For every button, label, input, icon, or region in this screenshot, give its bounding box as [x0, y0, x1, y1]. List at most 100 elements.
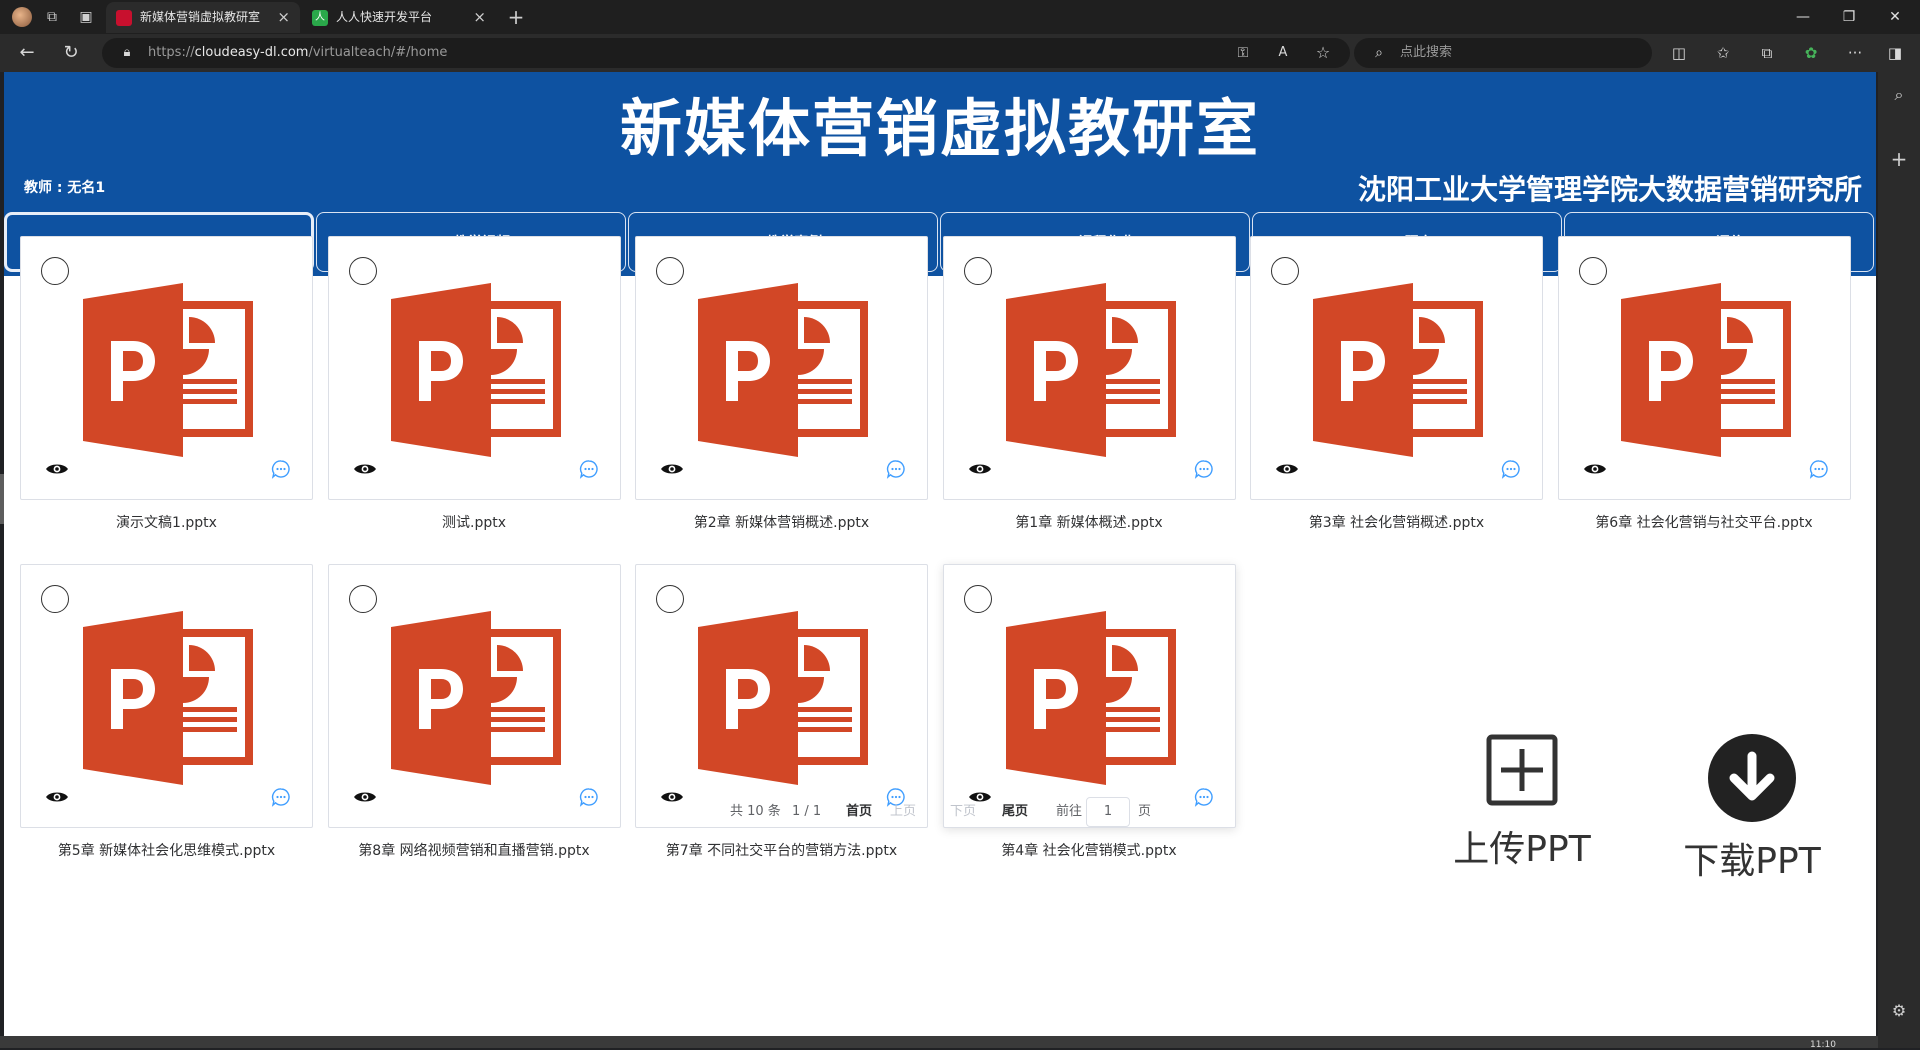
pagination: 共 10 条 1 / 1 首页 上页 下页 尾页 前往 1 页 [4, 792, 1876, 832]
url-text[interactable]: https://cloudeasy-dl.com/virtualteach/#/… [148, 38, 447, 68]
file-name[interactable]: 第4章 社会化营销模式.pptx [943, 840, 1236, 860]
next-page-button[interactable]: 下页 [950, 792, 976, 832]
ppt-card[interactable] [20, 236, 313, 500]
file-name[interactable]: 第3章 社会化营销概述.pptx [1250, 512, 1543, 532]
comment-icon[interactable] [1809, 459, 1829, 479]
favorites-icon[interactable]: ✩ [1712, 42, 1734, 64]
close-tab-icon[interactable]: × [277, 2, 290, 33]
preview-eye-icon[interactable] [1275, 461, 1299, 475]
preview-eye-icon[interactable] [1583, 461, 1607, 475]
site-favicon-icon [116, 10, 132, 26]
select-radio[interactable] [963, 585, 992, 613]
comment-icon[interactable] [1501, 459, 1521, 479]
browser-tab-bar: ⧉ ▣ 新媒体营销虚拟教研室 × 人 人人快速开发平台 × + — ❐ ✕ [0, 0, 1920, 34]
select-radio[interactable] [1271, 257, 1299, 285]
first-page-button[interactable]: 首页 [846, 792, 872, 832]
file-name[interactable]: 第2章 新媒体营销概述.pptx [635, 512, 928, 532]
goto-page-input[interactable]: 1 [1086, 797, 1130, 827]
file-name[interactable]: 测试.pptx [328, 512, 621, 532]
ppt-card[interactable] [942, 564, 1236, 828]
preview-eye-icon[interactable] [660, 461, 684, 475]
settings-gear-icon[interactable]: ⚙ [1888, 1000, 1910, 1022]
select-radio[interactable] [963, 257, 992, 285]
more-menu-icon[interactable]: ··· [1844, 42, 1866, 64]
tab-renren[interactable]: 人 人人快速开发平台 × [302, 2, 496, 33]
goto-suffix: 页 [1138, 804, 1152, 819]
total-count: 共 10 条 [730, 804, 781, 819]
search-placeholder: 点此搜索 [1400, 45, 1453, 60]
tab-virtual-teach[interactable]: 新媒体营销虚拟教研室 × [106, 2, 300, 33]
close-tab-icon[interactable]: × [473, 2, 486, 33]
new-tab-icon[interactable]: + [506, 7, 526, 27]
powerpoint-icon [698, 283, 870, 457]
ppt-card[interactable] [1250, 236, 1543, 500]
comment-icon[interactable] [1194, 459, 1214, 479]
sidebar-add-icon[interactable]: + [1888, 148, 1910, 170]
back-icon[interactable]: ← [16, 42, 38, 64]
comment-icon[interactable] [579, 459, 599, 479]
powerpoint-icon [1620, 283, 1793, 457]
select-radio[interactable] [41, 257, 69, 285]
comment-icon[interactable] [886, 459, 906, 479]
powerpoint-icon [83, 283, 255, 457]
select-radio[interactable] [656, 585, 684, 613]
restore-icon[interactable]: ❐ [1826, 0, 1872, 34]
vertical-tabs-icon[interactable]: ▣ [76, 7, 96, 27]
sidebar-toggle-icon[interactable]: ◨ [1884, 42, 1906, 64]
workspaces-icon[interactable]: ⧉ [42, 7, 62, 27]
ppt-card[interactable] [327, 236, 621, 500]
ppt-card[interactable] [20, 564, 313, 828]
prev-page-button[interactable]: 上页 [890, 792, 916, 832]
address-bar-row: ← ↻ 🔒︎ https://cloudeasy-dl.com/virtualt… [0, 34, 1920, 72]
select-radio[interactable] [41, 585, 69, 613]
search-icon: ⌕ [1375, 45, 1383, 61]
minimize-icon[interactable]: — [1780, 0, 1826, 34]
preview-eye-icon[interactable] [968, 461, 992, 475]
powerpoint-icon [390, 611, 563, 785]
ppt-card[interactable] [942, 236, 1236, 500]
taskbar-strip [0, 1036, 1878, 1048]
file-name[interactable]: 第1章 新媒体概述.pptx [943, 512, 1236, 532]
ppt-card[interactable] [635, 236, 928, 500]
page-title: 新媒体营销虚拟教研室 [619, 92, 1260, 165]
file-name[interactable]: 第6章 社会化营销与社交平台.pptx [1558, 512, 1851, 532]
web-page: 新媒体营销虚拟教研室 教师 : 无名1 沈阳工业大学管理学院大数据营销研究所 ▦… [4, 72, 1876, 1036]
extension-icon[interactable]: ✿ [1800, 42, 1822, 64]
select-radio[interactable] [348, 585, 377, 613]
url-field[interactable]: 🔒︎ https://cloudeasy-dl.com/virtualteach… [102, 38, 1350, 68]
ppt-card[interactable] [1557, 236, 1851, 500]
file-name[interactable]: 第5章 新媒体社会化思维模式.pptx [20, 840, 313, 860]
page-info: 1 / 1 [792, 804, 822, 819]
profile-avatar[interactable] [12, 7, 32, 27]
key-icon[interactable]: ⚿ [1232, 42, 1254, 64]
sidebar-search-icon[interactable]: ⌕ [1888, 84, 1910, 106]
file-name[interactable]: 第8章 网络视频营销和直播营销.pptx [328, 840, 621, 860]
select-radio[interactable] [1578, 257, 1607, 285]
favorite-star-icon[interactable]: ☆ [1312, 42, 1334, 64]
preview-eye-icon[interactable] [45, 461, 69, 475]
ppt-card[interactable] [327, 564, 621, 828]
browser-search-field[interactable]: ⌕ 点此搜索 [1354, 38, 1652, 68]
select-radio[interactable] [348, 257, 377, 285]
tab-title: 人人快速开发平台 [336, 10, 433, 24]
comment-icon[interactable] [271, 459, 291, 479]
download-ppt-label: 下载PPT [1683, 841, 1821, 882]
powerpoint-icon [83, 611, 255, 785]
read-aloud-icon[interactable]: A [1272, 42, 1294, 64]
powerpoint-icon [1005, 283, 1178, 457]
teacher-label: 教师 : 无名1 [24, 180, 106, 196]
collections-icon[interactable]: ⧉ [1756, 42, 1778, 64]
file-name[interactable]: 演示文稿1.pptx [20, 512, 313, 532]
window-close-icon[interactable]: ✕ [1872, 0, 1918, 34]
refresh-icon[interactable]: ↻ [60, 42, 82, 64]
clock-text: 11:10 [1810, 1040, 1836, 1050]
powerpoint-icon [1005, 611, 1178, 785]
lock-icon[interactable]: 🔒︎ [116, 42, 138, 64]
split-screen-icon[interactable]: ◫ [1668, 42, 1690, 64]
last-page-button[interactable]: 尾页 [1002, 792, 1028, 832]
preview-eye-icon[interactable] [353, 461, 377, 475]
ppt-card[interactable] [635, 564, 928, 828]
select-radio[interactable] [656, 257, 684, 285]
browser-right-sidebar: ⌕ + ⚙ [1878, 72, 1920, 1048]
file-name[interactable]: 第7章 不同社交平台的营销方法.pptx [635, 840, 928, 860]
